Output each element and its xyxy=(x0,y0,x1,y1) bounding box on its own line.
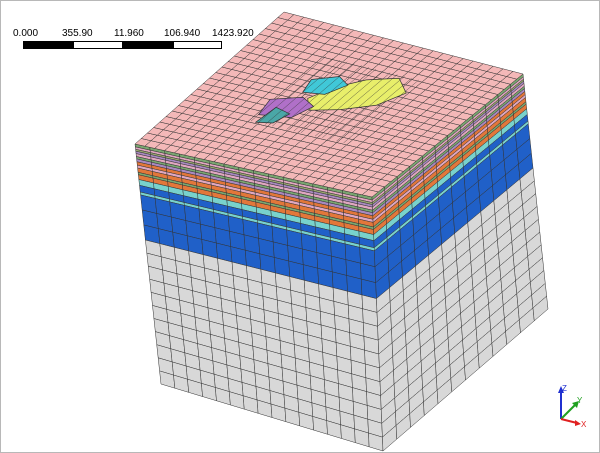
y-axis-label: Y xyxy=(577,396,583,405)
axis-triad: Z Y X xyxy=(558,384,587,428)
y-axis-line xyxy=(560,404,576,420)
3d-viewport[interactable]: 0.000 355.90 11.960 106.940 1423.920 Z Y… xyxy=(0,0,600,453)
x-axis-line xyxy=(560,418,578,424)
x-axis-label: X xyxy=(581,420,587,428)
z-axis-label: Z xyxy=(562,384,567,393)
mesh-block-model[interactable] xyxy=(1,1,600,453)
